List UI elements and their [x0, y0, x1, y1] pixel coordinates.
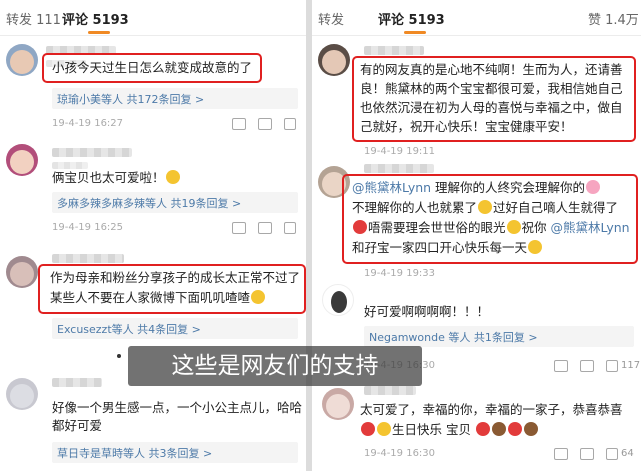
- comment-text-line3: 也依然沉浸在初为人母的喜悦与幸福之中，做自: [360, 100, 623, 115]
- reply-link[interactable]: Negamwonde 等人 共1条回复 >: [369, 329, 538, 345]
- comment-date: 19-4-19 19:11: [364, 146, 436, 157]
- tab-bar: 转发 111 评论 5193: [0, 0, 306, 36]
- comment-text-line4: 和孖宝一家四口开心快乐每一天: [352, 238, 543, 257]
- like-icon[interactable]: [284, 222, 296, 234]
- reply-summary[interactable]: Negamwonde 等人 共1条回复 >: [364, 326, 634, 347]
- heart-emoji-icon: [507, 422, 522, 436]
- username-blurred[interactable]: [364, 386, 416, 395]
- comment-text-line2: 都好可爱: [52, 418, 103, 433]
- tab-bar: 转发 评论 5193 赞 1.4万: [312, 0, 641, 36]
- emoji-icon: [353, 220, 367, 234]
- avatar[interactable]: [6, 144, 38, 176]
- username-blurred[interactable]: [52, 148, 132, 157]
- comment-date: 19-4-19 16:25: [52, 222, 124, 233]
- reply-summary[interactable]: Excusezzt等人 共4条回复 >: [52, 318, 298, 339]
- comment-text-line1: 太可爱了，幸福的你，幸福的一家子，恭喜恭喜: [360, 402, 623, 417]
- avatar[interactable]: [322, 284, 354, 316]
- username-blurred[interactable]: [364, 46, 424, 55]
- smile-emoji-icon: [251, 290, 266, 304]
- tab-likes[interactable]: 赞 1.4万: [588, 9, 639, 28]
- grin-emoji-icon: [506, 220, 521, 234]
- heart-emoji-icon: [475, 422, 490, 436]
- tab-comments[interactable]: 评论 5193: [378, 9, 445, 28]
- avatar[interactable]: [318, 44, 350, 76]
- comment-icon[interactable]: [258, 118, 272, 130]
- comment-icon[interactable]: [580, 360, 594, 372]
- left-screenshot: 转发 111 评论 5193 小孩今天过生日怎么就变成故意的了 琼瑜小美等人 共…: [0, 0, 306, 471]
- username-blurred[interactable]: [52, 378, 102, 387]
- like-count: 117: [621, 360, 641, 371]
- pig-emoji-icon: [586, 180, 601, 194]
- cake-emoji-icon: [523, 422, 538, 436]
- avatar[interactable]: [6, 378, 38, 410]
- comment-text-line1: 作为母亲和粉丝分享孩子的成长太正常不过了: [50, 270, 301, 285]
- comment-text-line2: 生日快乐 宝贝: [360, 420, 539, 439]
- avatar[interactable]: [6, 256, 38, 288]
- wow-emoji-icon: [165, 170, 180, 184]
- share-icon[interactable]: [232, 222, 246, 234]
- like-icon[interactable]: [606, 360, 618, 372]
- reply-link[interactable]: Excusezzt等人 共4条回复 >: [57, 321, 201, 337]
- share-icon[interactable]: [554, 448, 568, 460]
- comment-date: 19-4-19 16:30: [364, 448, 436, 459]
- comment-text-line2: 不理解你的人也就累了 过好自己嘀人生就得了: [352, 200, 619, 215]
- comment-text-line4: 己就好，祝开心快乐！宝宝健康平安！: [360, 119, 573, 134]
- share-icon[interactable]: [232, 118, 246, 130]
- comment-icon[interactable]: [580, 448, 594, 460]
- tab-comments[interactable]: 评论 5193: [62, 9, 129, 28]
- active-tab-indicator: [404, 31, 426, 34]
- username-blurred[interactable]: [52, 254, 124, 263]
- comment-text-line2: 某些人不要在人家微博下面叽叽喳喳: [50, 288, 266, 307]
- right-screenshot: 转发 评论 5193 赞 1.4万 有的网友真的是心地不纯啊！生而为人，还请善 …: [312, 0, 641, 471]
- smile-emoji-icon: [528, 240, 543, 254]
- reply-summary[interactable]: 多麻多辣多麻多辣等人 共19条回复 >: [52, 192, 298, 213]
- comment-text: 小孩今天过生日怎么就变成故意的了: [52, 60, 253, 75]
- comment-text: 好可爱啊啊啊啊！！！: [364, 304, 490, 319]
- balloon-emoji-icon: [361, 422, 375, 436]
- comment-date: 19-4-19 16:27: [52, 118, 124, 129]
- reply-link[interactable]: 多麻多辣多麻多辣等人 共19条回复 >: [57, 195, 241, 211]
- reply-summary[interactable]: 草日寺是草時等人 共3条回复 >: [52, 442, 298, 463]
- smile-emoji-icon: [478, 200, 493, 214]
- comment-text-line3: 唔需要理会世世俗的眼光 祝你 @熊黛林Lynn: [352, 218, 630, 237]
- like-icon[interactable]: [284, 118, 296, 130]
- bullet-dot: [117, 354, 121, 358]
- comment-text-line1: 有的网友真的是心地不纯啊！生而为人，还请善: [360, 62, 623, 77]
- comment-text-line1: @熊黛林Lynn 理解你的人终究会理解你的: [352, 178, 601, 197]
- share-icon[interactable]: [554, 360, 568, 372]
- party-emoji-icon: [377, 422, 391, 436]
- cake-emoji-icon: [491, 422, 506, 436]
- active-tab-indicator: [88, 31, 110, 34]
- tab-forward[interactable]: 转发 111: [6, 9, 61, 28]
- avatar[interactable]: [322, 388, 354, 420]
- reply-link[interactable]: 琼瑜小美等人 共172条回复 >: [57, 91, 204, 107]
- tab-forward[interactable]: 转发: [318, 9, 344, 28]
- reply-summary[interactable]: 琼瑜小美等人 共172条回复 >: [52, 88, 298, 109]
- like-icon[interactable]: [606, 448, 618, 460]
- avatar[interactable]: [6, 44, 38, 76]
- mention-link[interactable]: @熊黛林Lynn: [551, 220, 630, 235]
- reply-link[interactable]: 草日寺是草時等人 共3条回复 >: [57, 445, 212, 461]
- comment-text: 俩宝贝也太可爱啦！: [52, 168, 181, 187]
- username-blurred[interactable]: [364, 164, 434, 173]
- comment-text-line2: 良！熊黛林的两个宝宝都很可爱，我相信她自己: [360, 81, 623, 96]
- comment-icon[interactable]: [258, 222, 272, 234]
- mention-link[interactable]: @熊黛林Lynn: [352, 180, 431, 195]
- video-caption: 这些是网友们的支持: [128, 346, 422, 386]
- comment-date: 19-4-19 19:33: [364, 268, 436, 279]
- like-count: 64: [621, 448, 634, 459]
- comment-text-line1: 好像一个男生感一点，一个小公主点儿，哈哈: [52, 400, 303, 415]
